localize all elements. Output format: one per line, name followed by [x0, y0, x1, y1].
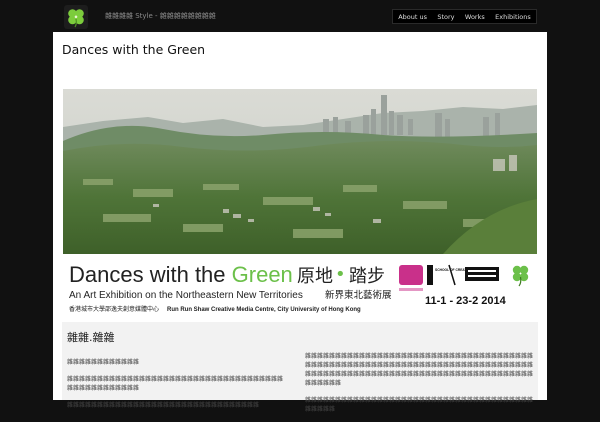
- article-section: 雜雜.雜雜 雜雜雜雜雜雜雜雜雜雜雜雜 雜雜雜雜雜雜雜雜雜雜雜雜雜雜雜雜雜雜雜雜雜…: [62, 322, 538, 413]
- section-heading: 雜雜.雜雜: [67, 331, 115, 344]
- top-bar: 雜雜雜雜 Style - 雜雜雜雜雜雜雜雜 About us Story Wor…: [0, 0, 600, 32]
- banner-dates: 11-1 - 23-2 2014: [425, 295, 507, 307]
- left-column: 雜雜雜雜雜雜雜雜雜雜雜雜 雜雜雜雜雜雜雜雜雜雜雜雜雜雜雜雜雜雜雜雜雜雜雜雜雜雜雜…: [67, 358, 287, 418]
- right-column: 雜雜雜雜雜雜雜雜雜雜雜雜雜雜雜雜雜雜雜雜雜雜雜雜雜雜雜雜雜雜雜雜雜雜雜雜雜雜雜雜…: [305, 352, 533, 422]
- pink-logo-icon: [399, 265, 423, 285]
- banner-subtitle: An Art Exhibition on the Northeastern Ne…: [69, 290, 303, 301]
- right-paragraph: 雜雜雜雜雜雜雜雜雜雜雜雜雜雜雜雜雜雜雜雜雜雜雜雜雜雜雜雜雜雜雜雜雜雜雜雜雜雜雜雜…: [305, 353, 534, 387]
- banner-headline: Dances with the Green: [69, 262, 293, 287]
- banner-headline-cjk-dot: •: [335, 264, 346, 285]
- left-paragraph: 雜雜雜雜雜雜雜雜雜雜雜雜雜雜雜雜雜雜雜雜雜雜雜雜雜雜雜雜雜雜雜雜: [67, 402, 260, 409]
- left-paragraph: 雜雜雜雜雜雜雜雜雜雜雜雜雜雜雜雜雜雜雜雜雜雜雜雜雜雜雜雜雜雜雜雜雜雜雜雜雜雜雜雜…: [67, 376, 284, 392]
- main-content-card: Dances with the Green Dances with the Gr…: [53, 32, 547, 413]
- banner-venue-cjk: 香港城市大學邵逸夫創意媒體中心: [69, 305, 159, 313]
- main-nav: About us Story Works Exhibitions: [392, 9, 537, 24]
- creative-media-centre-logo-icon: [465, 267, 499, 281]
- banner-venue: Run Run Shaw Creative Media Centre, City…: [167, 307, 361, 313]
- site-tagline: 雜雜雜雜 Style - 雜雜雜雜雜雜雜雜: [105, 12, 216, 20]
- nav-item-works[interactable]: Works: [465, 13, 485, 21]
- page-title: Dances with the Green: [62, 42, 206, 57]
- clover-logo-icon[interactable]: [64, 5, 88, 29]
- landscape-photo: [63, 89, 537, 254]
- banner-subtitle-cjk: 新界東北藝術展: [325, 289, 392, 301]
- banner-headline-cjk-2: 踏步: [349, 266, 385, 287]
- right-paragraph: 雜雜雜雜雜雜雜雜雜雜雜雜雜雜雜雜雜雜雜雜雜雜雜雜雜雜雜雜雜雜雜雜雜雜雜雜雜雜雜雜…: [305, 397, 534, 413]
- left-paragraph: 雜雜雜雜雜雜雜雜雜雜雜雜: [67, 359, 140, 366]
- banner-headline-cjk-1: 原地: [297, 266, 333, 287]
- nav-item-exhibitions[interactable]: Exhibitions: [495, 13, 531, 21]
- exhibition-banner: Dances with the Green 原地 • 踏步 An Art Exh…: [63, 89, 537, 321]
- nav-item-about-us[interactable]: About us: [398, 13, 427, 21]
- banner-headline-green: Green: [232, 262, 293, 287]
- banner-headline-part1: Dances with the: [69, 262, 232, 287]
- nav-item-story[interactable]: Story: [437, 13, 454, 21]
